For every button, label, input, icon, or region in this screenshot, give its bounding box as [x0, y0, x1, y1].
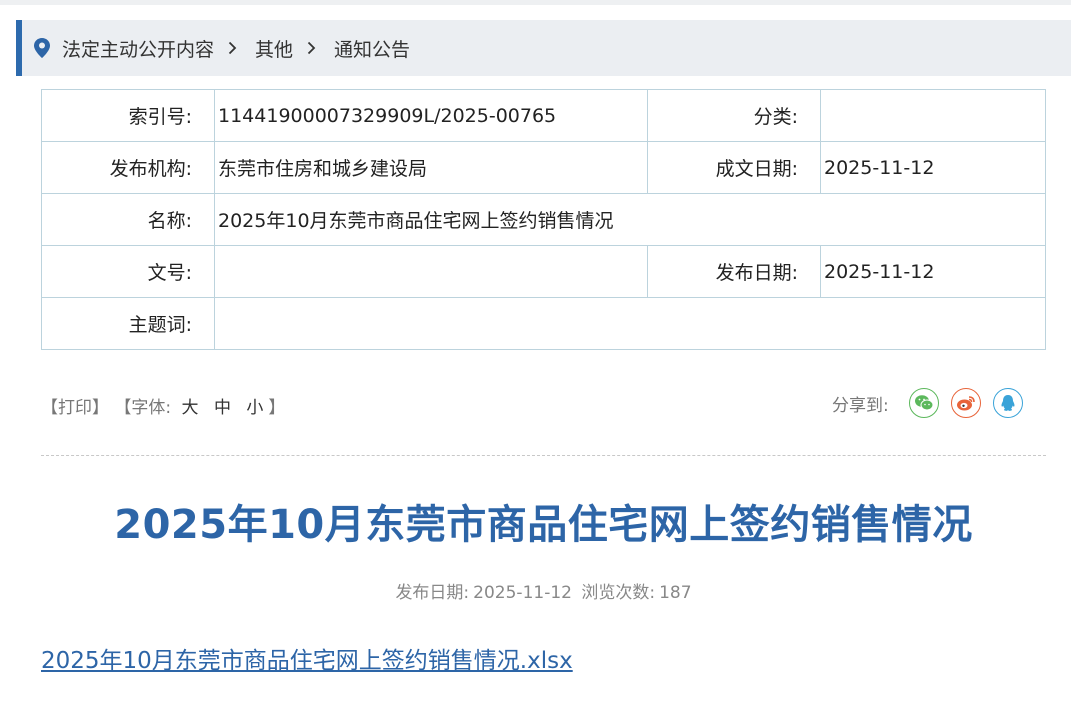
publish-date-value: 2025-11-12 [820, 245, 1046, 298]
metadata-table: 索引号: 11441900007329909L/2025-00765 分类: 发… [41, 89, 1046, 350]
font-medium-button[interactable]: 中 [214, 398, 231, 418]
article-meta: 发布日期: 2025-11-12 浏览次数: 187 [41, 578, 1046, 603]
index-value: 11441900007329909L/2025-00765 [214, 89, 648, 142]
font-size-suffix: 】 [268, 398, 286, 418]
location-pin-icon [34, 38, 50, 58]
chevron-right-icon [307, 36, 316, 60]
table-row: 发布机构: 东莞市住房和城乡建设局 成文日期: 2025-11-12 [41, 141, 1046, 194]
breadcrumb-item-notices[interactable]: 通知公告 [334, 35, 410, 62]
table-row: 文号: 发布日期: 2025-11-12 [41, 245, 1046, 298]
qq-icon [1001, 394, 1015, 411]
publisher-label: 发布机构: [41, 141, 215, 194]
attachment-link[interactable]: 2025年10月东莞市商品住宅网上签约销售情况.xlsx [41, 641, 573, 675]
share-label: 分享到: [832, 395, 889, 416]
name-value: 2025年10月东莞市商品住宅网上签约销售情况 [214, 193, 1046, 246]
wechat-icon [914, 395, 934, 411]
share-weibo-button[interactable] [950, 388, 981, 418]
doc-number-value [214, 245, 648, 298]
publish-date-label: 发布日期: [395, 583, 470, 603]
keywords-label: 主题词: [41, 297, 215, 350]
index-label: 索引号: [41, 89, 215, 142]
category-value [820, 89, 1046, 142]
name-label: 名称: [41, 193, 215, 246]
article-title: 2025年10月东莞市商品住宅网上签约销售情况 [114, 502, 973, 548]
top-strip [0, 0, 1071, 5]
article-tools: 【打印】 【字体: 大 中 小】 [41, 393, 285, 418]
font-large-button[interactable]: 大 [182, 398, 199, 418]
chevron-right-icon [228, 36, 237, 60]
publish-date-value: 2025-11-12 [473, 583, 572, 603]
table-row: 主题词: [41, 297, 1046, 350]
breadcrumb: 法定主动公开内容 其他 通知公告 [16, 20, 1071, 76]
share-bar: 分享到: [832, 386, 1023, 420]
publish-date-label: 发布日期: [647, 245, 821, 298]
table-row: 名称: 2025年10月东莞市商品住宅网上签约销售情况 [41, 193, 1046, 246]
font-size-prefix: 【字体: [114, 398, 172, 418]
category-label: 分类: [647, 89, 821, 142]
view-count-value: 187 [659, 583, 692, 603]
dashed-divider [41, 455, 1046, 456]
share-qq-button[interactable] [992, 388, 1023, 418]
weibo-icon [956, 396, 975, 411]
print-button[interactable]: 【打印】 [41, 398, 109, 418]
breadcrumb-item-other[interactable]: 其他 [255, 35, 293, 62]
breadcrumb-item-public-content[interactable]: 法定主动公开内容 [62, 35, 214, 62]
publisher-value: 东莞市住房和城乡建设局 [214, 141, 648, 194]
table-row: 索引号: 11441900007329909L/2025-00765 分类: [41, 89, 1046, 142]
view-count-label: 浏览次数: [581, 583, 656, 603]
created-date-label: 成文日期: [647, 141, 821, 194]
font-small-button[interactable]: 小 [246, 398, 263, 418]
doc-number-label: 文号: [41, 245, 215, 298]
keywords-value [214, 297, 1046, 350]
share-wechat-button[interactable] [908, 388, 939, 418]
created-date-value: 2025-11-12 [820, 141, 1046, 194]
